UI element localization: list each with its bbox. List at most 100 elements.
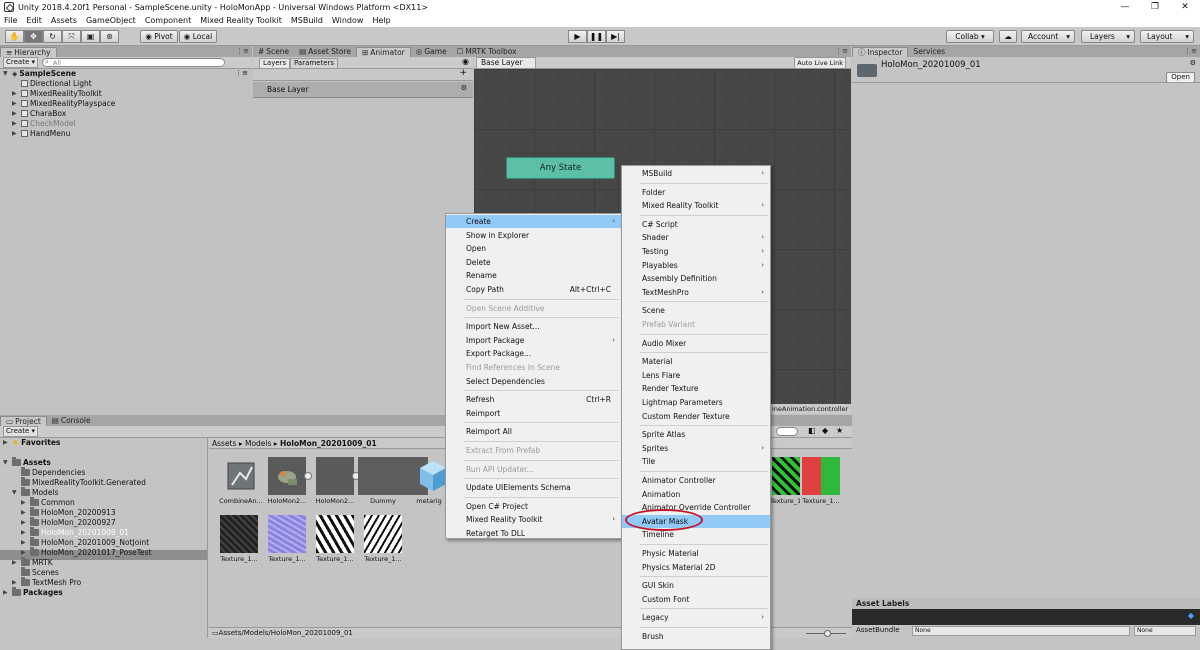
- maximize-icon[interactable]: ❐: [1140, 0, 1170, 14]
- menu-item-playables[interactable]: Playables ›: [622, 259, 770, 272]
- chevron-right-icon[interactable]: ▶: [12, 90, 19, 97]
- breadcrumb-models[interactable]: Models: [245, 439, 271, 448]
- menu-gameobject[interactable]: GameObject: [86, 16, 136, 25]
- menu-item-mixed-reality-toolkit[interactable]: Mixed Reality Toolkit ›: [446, 513, 621, 526]
- auto-live-link-toggle[interactable]: Auto Live Link: [794, 57, 846, 69]
- hierarchy-item[interactable]: ▶ MixedRealityPlayspace: [12, 99, 115, 108]
- search-input[interactable]: All: [42, 58, 225, 67]
- tab-asset-store[interactable]: ▤ Asset Store: [294, 47, 356, 57]
- packages-node[interactable]: ▶ Packages: [3, 587, 63, 597]
- texture-thumb[interactable]: [268, 515, 306, 553]
- menu-item-custom-render-texture[interactable]: Custom Render Texture: [622, 410, 770, 423]
- menu-mixed-reality-toolkit[interactable]: Mixed Reality Toolkit: [200, 16, 282, 25]
- menu-item-show-in-explorer[interactable]: Show in Explorer: [446, 229, 621, 242]
- menu-item-import-new-asset[interactable]: Import New Asset...: [446, 320, 621, 333]
- project-tree-item[interactable]: ▼ Models: [12, 487, 58, 497]
- menu-item-physic-material[interactable]: Physic Material: [622, 547, 770, 560]
- menu-item-animation[interactable]: Animation: [622, 488, 770, 501]
- menu-item-gui-skin[interactable]: GUI Skin: [622, 579, 770, 592]
- menu-item-physics-material-2d[interactable]: Physics Material 2D: [622, 561, 770, 574]
- hierarchy-item[interactable]: Directional Light: [12, 79, 92, 88]
- chevron-right-icon[interactable]: ▶: [21, 499, 28, 506]
- menu-item-animator-controller[interactable]: Animator Controller: [622, 474, 770, 487]
- favorites-node[interactable]: ▶ ★ Favorites: [3, 438, 60, 447]
- project-tree-item[interactable]: ▶ HoloMon_20200913: [21, 507, 116, 517]
- menu-item-import-package[interactable]: Import Package ›: [446, 334, 621, 347]
- chevron-right-icon[interactable]: ▶: [3, 439, 10, 446]
- chevron-down-icon[interactable]: ▼: [3, 70, 10, 77]
- eye-icon[interactable]: ◉: [462, 57, 469, 66]
- collab-dropdown[interactable]: Collab ▾: [946, 30, 994, 43]
- move-tool-icon[interactable]: ✥: [24, 30, 43, 43]
- tab-hierarchy[interactable]: ≡ Hierarchy: [0, 47, 57, 57]
- menu-item-delete[interactable]: Delete: [446, 256, 621, 269]
- panel-menu-icon[interactable]: ⋮≡: [236, 47, 249, 55]
- menu-item-sprites[interactable]: Sprites ›: [622, 442, 770, 455]
- rect-tool-icon[interactable]: ▣: [81, 30, 100, 43]
- chevron-right-icon[interactable]: ▶: [12, 100, 19, 107]
- chevron-right-icon[interactable]: ▼: [12, 489, 19, 496]
- chevron-right-icon[interactable]: ▶: [12, 559, 19, 566]
- menu-item-refresh[interactable]: Refresh Ctrl+R: [446, 393, 621, 406]
- menu-file[interactable]: File: [4, 16, 17, 25]
- menu-item-sprite-atlas[interactable]: Sprite Atlas: [622, 428, 770, 441]
- pivot-toggle[interactable]: ◉ Pivot: [140, 30, 178, 43]
- tab-mrtk-toolbox[interactable]: ☐ MRTK Toolbox: [452, 47, 522, 57]
- hand-tool-icon[interactable]: ✋: [5, 30, 24, 43]
- menu-item-retarget-to-dll[interactable]: Retarget To DLL: [446, 527, 621, 540]
- cloud-icon[interactable]: ☁: [999, 30, 1017, 43]
- project-tree-item[interactable]: ▶ Common: [21, 497, 75, 507]
- chevron-right-icon[interactable]: ▶: [21, 549, 28, 556]
- menu-item-open-c-project[interactable]: Open C# Project: [446, 500, 621, 513]
- menu-item-reimport-all[interactable]: Reimport All: [446, 425, 621, 438]
- breadcrumb-current[interactable]: HoloMon_20201009_01: [280, 439, 377, 448]
- tab-console[interactable]: ▤ Console: [47, 416, 96, 426]
- layers-dropdown[interactable]: Layers ▾: [1081, 30, 1135, 43]
- tab-game[interactable]: ◎ Game: [411, 47, 452, 57]
- menu-item-lightmap-parameters[interactable]: Lightmap Parameters: [622, 396, 770, 409]
- chevron-right-icon[interactable]: ▶: [21, 539, 28, 546]
- create-button[interactable]: Create ▾: [3, 57, 38, 68]
- project-tree-item[interactable]: ▶ MRTK: [12, 557, 53, 567]
- menu-item-textmeshpro[interactable]: TextMeshPro ›: [622, 286, 770, 299]
- filter-type-icon[interactable]: ◧: [808, 426, 816, 435]
- menu-item-tile[interactable]: Tile: [622, 455, 770, 468]
- step-icon[interactable]: ▶|: [606, 30, 625, 43]
- scene-menu-icon[interactable]: ⋮≡: [235, 69, 248, 77]
- project-tree-item[interactable]: MixedRealityToolkit.Generated: [12, 477, 146, 487]
- hierarchy-item[interactable]: ▶ MixedRealityToolkit: [12, 89, 102, 98]
- texture-thumb[interactable]: [364, 515, 402, 553]
- menu-item-timeline[interactable]: Timeline: [622, 528, 770, 541]
- chevron-right-icon[interactable]: ▶: [21, 519, 28, 526]
- tab-services[interactable]: Services: [908, 47, 950, 57]
- tab-parameters[interactable]: Parameters: [290, 58, 339, 69]
- chevron-right-icon[interactable]: ▶: [12, 120, 19, 127]
- chevron-right-icon[interactable]: ▶: [12, 110, 19, 117]
- account-dropdown[interactable]: Account ▾: [1021, 30, 1075, 43]
- play-icon[interactable]: ▶: [568, 30, 587, 43]
- menu-item-open[interactable]: Open: [446, 242, 621, 255]
- menu-item-shader[interactable]: Shader ›: [622, 231, 770, 244]
- close-icon[interactable]: ✕: [1170, 0, 1200, 14]
- menu-msbuild[interactable]: MSBuild: [291, 16, 323, 25]
- project-tree-item[interactable]: ▶ HoloMon_20201009_01: [21, 527, 129, 537]
- hierarchy-item[interactable]: ▶ CharaBox: [12, 109, 66, 118]
- panel-menu-icon[interactable]: ⋮≡: [835, 47, 848, 55]
- local-toggle[interactable]: ◉ Local: [179, 30, 217, 43]
- menu-component[interactable]: Component: [145, 16, 191, 25]
- project-tree-item[interactable]: ▶ HoloMon_20201009_NotJoint: [21, 537, 149, 547]
- menu-assets[interactable]: Assets: [51, 16, 77, 25]
- menu-item-audio-mixer[interactable]: Audio Mixer: [622, 337, 770, 350]
- menu-item-legacy[interactable]: Legacy ›: [622, 611, 770, 624]
- menu-item-scene[interactable]: Scene: [622, 304, 770, 317]
- minimize-icon[interactable]: —: [1110, 0, 1140, 14]
- menu-item-testing[interactable]: Testing ›: [622, 245, 770, 258]
- menu-item-custom-font[interactable]: Custom Font: [622, 593, 770, 606]
- hierarchy-item[interactable]: ▶ CheckModel: [12, 119, 76, 128]
- rotate-tool-icon[interactable]: ↻: [43, 30, 62, 43]
- animation-asset-thumb[interactable]: [222, 457, 260, 495]
- gear-icon[interactable]: ⚙: [461, 84, 467, 92]
- menu-item-mixed-reality-toolkit[interactable]: Mixed Reality Toolkit ›: [622, 199, 770, 212]
- menu-item-lens-flare[interactable]: Lens Flare: [622, 369, 770, 382]
- menu-item-copy-path[interactable]: Copy Path Alt+Ctrl+C: [446, 283, 621, 296]
